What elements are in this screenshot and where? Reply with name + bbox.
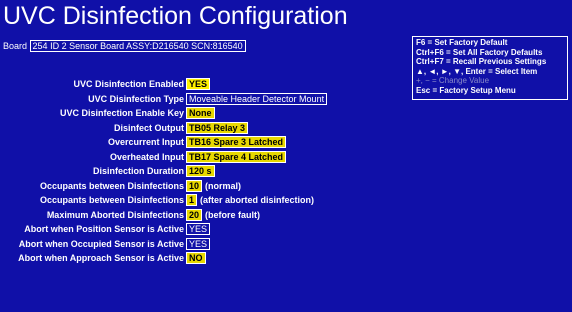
overheated-input-field[interactable]: TB17 Spare 4 Latched — [186, 150, 287, 163]
setting-label: Disinfection Duration — [92, 166, 184, 176]
board-field[interactable]: 254 ID 2 Sensor Board ASSY:D216540 SCN:8… — [29, 40, 246, 52]
setting-row-abort-approach: Abort when Approach Sensor is Active NO — [0, 252, 420, 267]
board-label: Board — [3, 41, 28, 51]
duration-field[interactable]: 120 s — [186, 165, 215, 177]
setting-label: Occupants between Disinfections — [39, 195, 184, 205]
help-panel: F6 = Set Factory Default Ctrl+F6 = Set A… — [412, 36, 568, 100]
help-line-set-all-factory-defaults: Ctrl+F6 = Set All Factory Defaults — [416, 47, 543, 57]
setting-row-enable-key: UVC Disinfection Enable Key None — [0, 107, 420, 122]
setting-row-occupants-normal: Occupants between Disinfections 10 (norma… — [0, 179, 420, 195]
abort-approach-field[interactable]: NO — [186, 252, 206, 264]
setting-label: Abort when Occupied Sensor is Active — [18, 238, 184, 249]
max-aborted-field[interactable]: 20 — [186, 208, 203, 221]
setting-label: Maximum Aborted Disinfections — [46, 209, 184, 220]
setting-label: Occupants between Disinfections — [39, 180, 184, 191]
setting-label: UVC Disinfection Type — [88, 93, 184, 104]
board-row: Board 254 ID 2 Sensor Board ASSY:D216540… — [3, 40, 246, 52]
setting-row-disinfect-output: Disinfect Output TB05 Relay 3 — [0, 121, 420, 137]
help-line-set-factory-default: F6 = Set Factory Default — [416, 38, 508, 47]
setting-row-duration: Disinfection Duration 120 s — [0, 165, 420, 180]
setting-label: Abort when Approach Sensor is Active — [18, 253, 184, 263]
setting-note: (normal) — [205, 180, 242, 191]
setting-row-uvc-type: UVC Disinfection Type Moveable Header De… — [0, 92, 420, 108]
setting-row-abort-position: Abort when Position Sensor is Active YES — [0, 223, 420, 238]
setting-label: UVC Disinfection Enable Key — [59, 108, 184, 118]
help-line-factory-setup-menu: Esc = Factory Setup Menu — [416, 85, 516, 95]
setting-label: UVC Disinfection Enabled — [73, 79, 184, 89]
setting-row-uvc-enabled: UVC Disinfection Enabled YES — [0, 78, 420, 93]
overcurrent-input-field[interactable]: TB16 Spare 3 Latched — [186, 136, 287, 148]
setting-row-overcurrent-input: Overcurrent Input TB16 Spare 3 Latched — [0, 136, 420, 151]
help-line-recall-previous: Ctrl+F7 = Recall Previous Settings — [416, 57, 547, 67]
occupants-normal-field[interactable]: 10 — [186, 179, 203, 192]
setting-label: Disinfect Output — [114, 122, 184, 133]
abort-occupied-field[interactable]: YES — [186, 237, 211, 250]
page-title: UVC Disinfection Configuration — [3, 2, 348, 30]
occupants-after-abort-field[interactable]: 1 — [186, 194, 198, 206]
abort-position-field[interactable]: YES — [186, 223, 211, 235]
uvc-type-field[interactable]: Moveable Header Detector Mount — [186, 92, 328, 105]
setting-label: Overheated Input — [109, 151, 184, 162]
setting-note: (before fault) — [205, 209, 261, 220]
setting-row-max-aborted: Maximum Aborted Disinfections 20 (before … — [0, 208, 420, 224]
help-line-change-value: +, − = Change Value — [416, 76, 490, 86]
settings-list: UVC Disinfection Enabled YES UVC Disinfe… — [0, 78, 420, 267]
setting-row-overheated-input: Overheated Input TB17 Spare 4 Latched — [0, 150, 420, 166]
setting-label: Overcurrent Input — [107, 137, 184, 147]
setting-row-abort-occupied: Abort when Occupied Sensor is Active YES — [0, 237, 420, 253]
enable-key-field[interactable]: None — [186, 107, 215, 119]
setting-row-occupants-after-abort: Occupants between Disinfections 1 (after … — [0, 194, 420, 209]
setting-note: (after aborted disinfection) — [200, 195, 315, 205]
setting-label: Abort when Position Sensor is Active — [24, 224, 184, 234]
help-line-select-item: ▲, ◄, ►, ▼, Enter = Select Item — [416, 66, 538, 76]
disinfect-output-field[interactable]: TB05 Relay 3 — [186, 121, 249, 134]
uvc-enabled-field[interactable]: YES — [186, 78, 211, 90]
